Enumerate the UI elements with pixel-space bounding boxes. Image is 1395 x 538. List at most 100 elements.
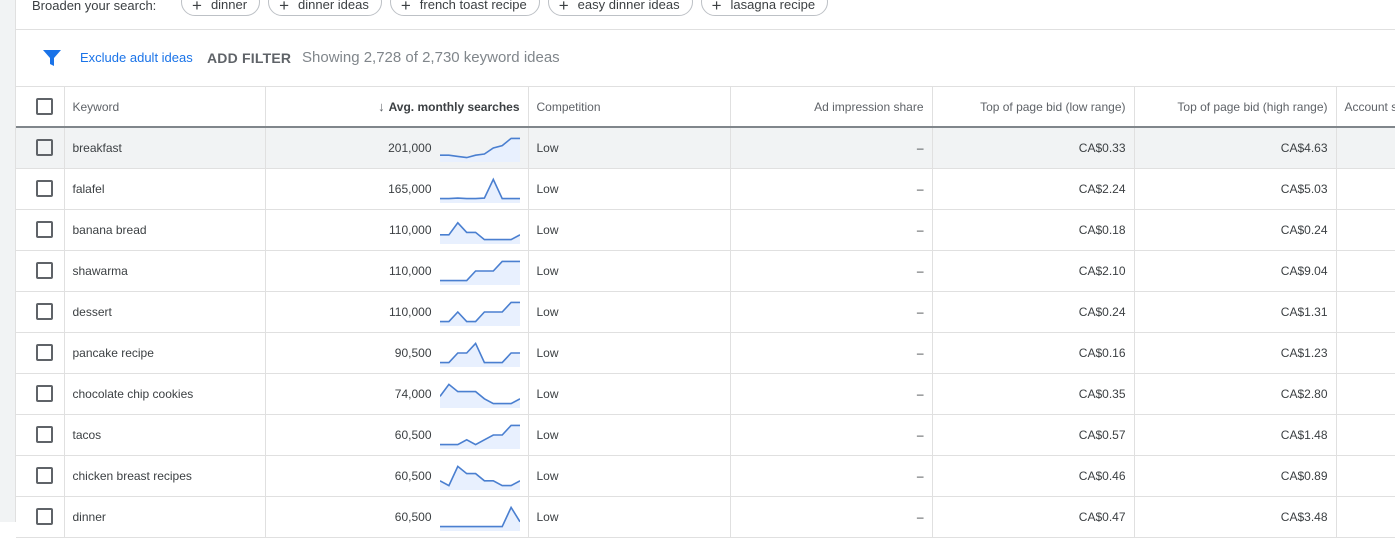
header-competition[interactable]: Competition: [528, 87, 731, 128]
bid-low-cell: CA$2.10: [932, 250, 1135, 292]
competition-cell: Low: [528, 209, 731, 251]
row-checkbox[interactable]: [36, 262, 53, 279]
broaden-label: Broaden your search:: [32, 0, 157, 13]
searches-value: 90,500: [394, 345, 432, 360]
competition-cell: Low: [528, 332, 731, 374]
keyword-cell: chicken breast recipes: [64, 455, 266, 497]
select-all-checkbox[interactable]: [36, 98, 53, 115]
bid-high-cell: CA$2.80: [1134, 373, 1337, 415]
filter-icon[interactable]: [42, 49, 62, 67]
row-checkbox[interactable]: [36, 303, 53, 320]
bid-low-cell: CA$0.35: [932, 373, 1135, 415]
trend-sparkline[interactable]: [439, 175, 520, 203]
row-checkbox[interactable]: [36, 385, 53, 402]
searches-value: 60,500: [394, 468, 432, 483]
sparkline-area: [439, 222, 520, 244]
bid-low-cell: CA$0.46: [932, 455, 1135, 497]
table-row[interactable]: pancake recipe 90,500 Low – CA$0.16 CA$1.23: [16, 332, 1395, 374]
row-checkbox[interactable]: [36, 180, 53, 197]
table-header-row: Keyword ↓ Avg. monthly searches Competiti…: [16, 87, 1395, 128]
row-checkbox[interactable]: [36, 344, 53, 361]
broaden-chip[interactable]: + dinner: [181, 0, 261, 16]
sparkline-area: [439, 178, 520, 203]
broaden-chip[interactable]: + french toast recipe: [389, 0, 540, 16]
impression-share-cell: –: [730, 291, 933, 333]
table-row[interactable]: breakfast 201,000 Low – CA$0.33 CA$4.63: [16, 127, 1395, 169]
trend-sparkline[interactable]: [439, 339, 520, 367]
row-checkbox[interactable]: [36, 221, 53, 238]
keyword-cell: banana bread: [64, 209, 266, 251]
plus-icon: +: [192, 0, 202, 15]
trend-sparkline[interactable]: [439, 216, 520, 244]
trend-sparkline[interactable]: [439, 421, 520, 449]
bid-high-cell: CA$1.31: [1134, 291, 1337, 333]
row-checkbox-cell: [16, 250, 65, 292]
broaden-chip[interactable]: + easy dinner ideas: [547, 0, 693, 16]
sparkline-area: [439, 260, 520, 285]
header-account-status[interactable]: Account s: [1336, 87, 1395, 128]
row-checkbox-cell: [16, 332, 65, 374]
row-checkbox[interactable]: [36, 139, 53, 157]
table-row[interactable]: dessert 110,000 Low – CA$0.24 CA$1.31: [16, 291, 1395, 333]
competition-cell: Low: [528, 414, 731, 456]
header-ad-impression-share[interactable]: Ad impression share: [730, 87, 933, 128]
impression-share-cell: –: [730, 332, 933, 374]
plus-icon: +: [711, 0, 722, 15]
header-bid-low[interactable]: Top of page bid (low range): [932, 87, 1135, 128]
bid-high-cell: CA$1.23: [1134, 332, 1337, 374]
bid-low-cell: CA$0.16: [932, 332, 1135, 374]
bid-high-cell: CA$0.89: [1134, 455, 1337, 497]
keyword-cell: pancake recipe: [64, 332, 266, 374]
searches-cell: 110,000: [265, 250, 529, 292]
row-checkbox[interactable]: [36, 467, 53, 484]
row-checkbox-cell: [16, 455, 65, 497]
table-row[interactable]: chicken breast recipes 60,500 Low – CA$0.46 C…: [16, 455, 1395, 497]
table-row[interactable]: banana bread 110,000 Low – CA$0.18 CA$0.24: [16, 209, 1395, 251]
add-filter-button[interactable]: ADD FILTER: [207, 50, 291, 66]
row-checkbox[interactable]: [36, 426, 53, 443]
keyword-cell: shawarma: [64, 250, 266, 292]
searches-value: 110,000: [389, 222, 432, 237]
trend-sparkline[interactable]: [439, 462, 520, 490]
account-status-cell: [1336, 496, 1395, 538]
trend-sparkline[interactable]: [439, 503, 520, 531]
table-row[interactable]: tacos 60,500 Low – CA$0.57 CA$1.48: [16, 414, 1395, 456]
broaden-chip[interactable]: + lasagna recipe: [700, 0, 829, 16]
broaden-chip[interactable]: + dinner ideas: [268, 0, 382, 16]
row-checkbox-cell: [16, 168, 65, 210]
searches-value: 60,500: [394, 427, 432, 442]
header-keyword[interactable]: Keyword: [64, 87, 266, 128]
chip-label: lasagna recipe: [730, 0, 816, 12]
keyword-table: Keyword ↓ Avg. monthly searches Competiti…: [16, 87, 1395, 538]
table-row[interactable]: chocolate chip cookies 74,000 Low – CA$0.35 C…: [16, 373, 1395, 415]
chip-label: dinner: [210, 0, 248, 12]
sparkline-area: [439, 138, 520, 162]
table-row[interactable]: falafel 165,000 Low – CA$2.24 CA$5.03: [16, 168, 1395, 210]
header-bid-high[interactable]: Top of page bid (high range): [1134, 87, 1337, 128]
searches-value: 110,000: [389, 304, 432, 319]
competition-cell: Low: [528, 291, 731, 333]
chip-label: french toast recipe: [419, 0, 527, 12]
impression-share-cell: –: [730, 250, 933, 292]
trend-sparkline[interactable]: [439, 257, 520, 285]
left-rail: [0, 0, 16, 522]
account-status-cell: [1336, 414, 1395, 456]
table-row[interactable]: dinner 60,500 Low – CA$0.47 CA$3.48: [16, 496, 1395, 538]
competition-cell: Low: [528, 250, 731, 292]
exclude-adult-ideas-link[interactable]: Exclude adult ideas: [80, 50, 193, 65]
header-avg-monthly-searches[interactable]: ↓ Avg. monthly searches: [265, 87, 529, 128]
sort-descending-icon: ↓: [378, 99, 385, 114]
row-checkbox-cell: [16, 209, 65, 251]
account-status-cell: [1336, 127, 1395, 169]
bid-high-cell: CA$9.04: [1134, 250, 1337, 292]
trend-sparkline[interactable]: [439, 380, 520, 408]
searches-cell: 110,000: [265, 209, 529, 251]
bid-low-cell: CA$0.18: [932, 209, 1135, 251]
row-checkbox[interactable]: [36, 508, 53, 525]
table-row[interactable]: shawarma 110,000 Low – CA$2.10 CA$9.04: [16, 250, 1395, 292]
account-status-cell: [1336, 455, 1395, 497]
trend-sparkline[interactable]: [439, 134, 520, 162]
competition-cell: Low: [528, 496, 731, 538]
trend-sparkline[interactable]: [439, 298, 520, 326]
chip-label: dinner ideas: [298, 0, 369, 12]
